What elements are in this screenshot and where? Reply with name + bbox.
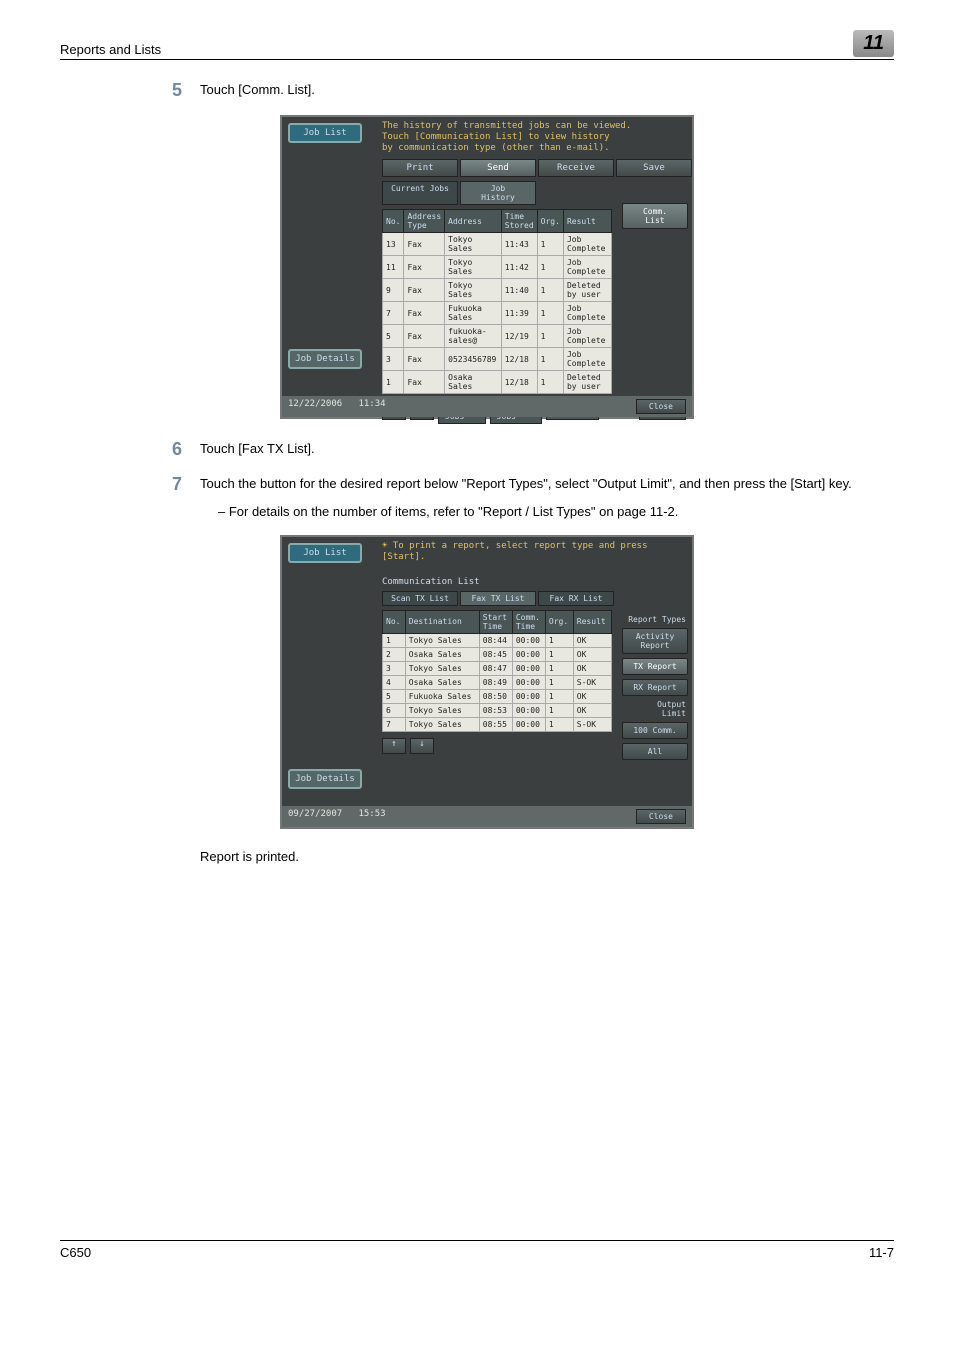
col-result[interactable]: Result (563, 210, 611, 233)
scroll-down-icon[interactable]: ↓ (410, 738, 434, 754)
col-org[interactable]: Org. (545, 610, 573, 633)
col-org[interactable]: Org. (537, 210, 563, 233)
job-history-tab[interactable]: Job History (460, 181, 536, 205)
activity-report-button[interactable]: Activity Report (622, 628, 688, 654)
chapter-number: 11 (853, 30, 894, 57)
mode-send[interactable]: Send (460, 159, 536, 177)
panel1-hint: The history of transmitted jobs can be v… (382, 117, 692, 159)
mode-print[interactable]: Print (382, 159, 458, 177)
all-button[interactable]: All (622, 743, 688, 760)
step-6-number: 6 (160, 439, 182, 460)
job-details-tab[interactable]: Job Details (288, 349, 362, 369)
fax-tx-table: No. Destination Start Time Comm. Time Or… (382, 610, 612, 732)
100-comm-button[interactable]: 100 Comm. (622, 722, 688, 739)
status-time: 11:34 (358, 399, 385, 409)
job-list-panel-2: Job List Job Details ☀ To print a report… (280, 535, 694, 829)
job-list-tab[interactable]: Job List (288, 543, 362, 563)
close-button[interactable]: Close (636, 809, 686, 824)
table-row[interactable]: 13FaxTokyo Sales11:431Job Complete (383, 233, 612, 256)
col-no[interactable]: No. (383, 610, 406, 633)
panel2-hint: ☀ To print a report, select report type … (382, 537, 692, 569)
table-row[interactable]: 5Faxfukuoka-sales@12/191Job Complete (383, 325, 612, 348)
fax-tx-list-tab[interactable]: Fax TX List (460, 591, 536, 606)
col-atype[interactable]: Address Type (404, 210, 445, 233)
tx-report-button[interactable]: TX Report (622, 658, 688, 675)
mode-save[interactable]: Save (616, 159, 692, 177)
step-7-sub: For details on the number of items, refe… (218, 502, 894, 522)
table-row[interactable]: 6Tokyo Sales08:5300:001OK (383, 703, 612, 717)
communication-list-label: Communication List (382, 577, 692, 587)
job-details-tab[interactable]: Job Details (288, 769, 362, 789)
table-row[interactable]: 7Tokyo Sales08:5500:001S-OK (383, 717, 612, 731)
status-date: 09/27/2007 (288, 809, 342, 819)
table-row[interactable]: 9FaxTokyo Sales11:401Deleted by user (383, 279, 612, 302)
col-start[interactable]: Start Time (479, 610, 512, 633)
header-title: Reports and Lists (60, 42, 161, 57)
comm-list-button[interactable]: Comm. List (622, 203, 688, 229)
step-7-text: Touch the button for the desired report … (200, 476, 852, 491)
step-5-number: 5 (160, 80, 182, 101)
table-row[interactable]: 7FaxFukuoka Sales11:391Job Complete (383, 302, 612, 325)
status-time: 15:53 (358, 809, 385, 819)
col-dest[interactable]: Destination (405, 610, 479, 633)
step-7-number: 7 (160, 474, 182, 521)
mode-receive[interactable]: Receive (538, 159, 614, 177)
table-row[interactable]: 3Fax052345678912/181Job Complete (383, 348, 612, 371)
scroll-up-icon[interactable]: ↑ (382, 738, 406, 754)
output-limit-label: Output Limit (622, 700, 688, 718)
fax-rx-list-tab[interactable]: Fax RX List (538, 591, 614, 606)
table-row[interactable]: 1Tokyo Sales08:4400:001OK (383, 633, 612, 647)
step-5-text: Touch [Comm. List]. (200, 80, 894, 101)
table-row[interactable]: 2Osaka Sales08:4500:001OK (383, 647, 612, 661)
close-button[interactable]: Close (636, 399, 686, 414)
col-no[interactable]: No. (383, 210, 404, 233)
job-history-table: No. Address Type Address Time Stored Org… (382, 209, 612, 394)
col-comm[interactable]: Comm. Time (512, 610, 545, 633)
footer-model: C650 (60, 1245, 91, 1260)
final-text: Report is printed. (200, 849, 894, 864)
col-res[interactable]: Result (573, 610, 611, 633)
rx-report-button[interactable]: RX Report (622, 679, 688, 696)
table-row[interactable]: 11FaxTokyo Sales11:421Job Complete (383, 256, 612, 279)
report-types-label: Report Types (622, 615, 688, 624)
step-6-text: Touch [Fax TX List]. (200, 439, 894, 460)
table-row[interactable]: 4Osaka Sales08:4900:001S-OK (383, 675, 612, 689)
footer-page: 11-7 (869, 1245, 894, 1260)
col-tstore[interactable]: Time Stored (501, 210, 537, 233)
job-list-panel-1: Job List Job Details The history of tran… (280, 115, 694, 419)
table-row[interactable]: 5Fukuoka Sales08:5000:001OK (383, 689, 612, 703)
current-jobs-tab[interactable]: Current Jobs (382, 181, 458, 205)
job-list-tab[interactable]: Job List (288, 123, 362, 143)
col-addr[interactable]: Address (445, 210, 502, 233)
status-date: 12/22/2006 (288, 399, 342, 409)
table-row[interactable]: 1FaxOsaka Sales12/181Deleted by user (383, 371, 612, 394)
table-row[interactable]: 3Tokyo Sales08:4700:001OK (383, 661, 612, 675)
scan-tx-list-tab[interactable]: Scan TX List (382, 591, 458, 606)
